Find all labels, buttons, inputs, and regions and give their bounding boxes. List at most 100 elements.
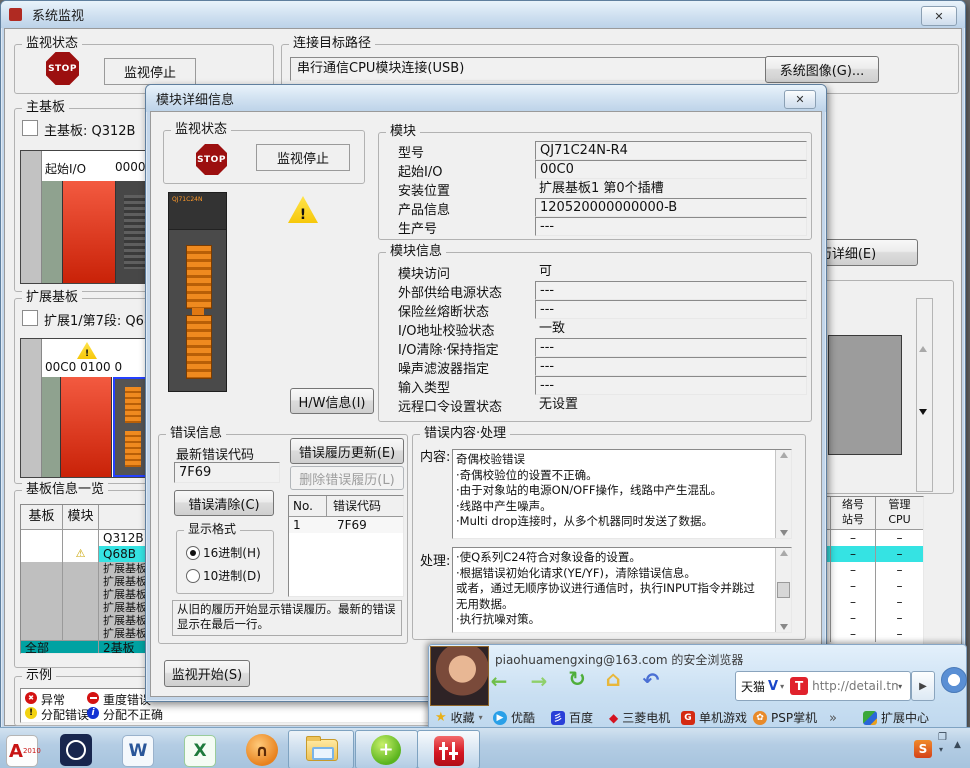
start-io-field: 00C0: [535, 160, 807, 179]
address-bar[interactable]: 天猫 V ▾ T http://detail.tmall.co ▾: [735, 671, 911, 701]
taskbar-excel-icon[interactable]: X: [184, 735, 216, 767]
stop-status-icon: STOP: [46, 52, 79, 85]
io-verify-value: 一致: [535, 320, 805, 337]
dec-radio[interactable]: [186, 569, 200, 583]
bookmark-baidu[interactable]: 彡 百度: [551, 709, 593, 726]
scroll-down-icon[interactable]: [780, 624, 788, 630]
ext-rack-io-value: 00C0 0100 0: [45, 360, 122, 374]
folder-icon: [306, 739, 338, 761]
connection-path-group-label: 连接目标路径: [289, 36, 375, 51]
taskbar-viewer-icon[interactable]: [60, 734, 92, 766]
right-scrollbar[interactable]: [916, 298, 933, 492]
power-module: [42, 181, 63, 283]
field-label: 输入类型: [398, 377, 450, 396]
go-button[interactable]: ▶: [911, 671, 935, 701]
error-history-row[interactable]: 1 7F69: [289, 517, 403, 533]
error-history-update-button[interactable]: 错误履历更新(E): [290, 438, 404, 464]
games-icon: G: [681, 711, 695, 725]
taskbar: A 2010 W X ∩ +: [0, 727, 970, 768]
tray-s-icon[interactable]: S: [914, 740, 932, 758]
hex-radio-label[interactable]: 16进制(H): [203, 544, 261, 561]
main-close-button[interactable]: ✕: [921, 6, 957, 26]
col-header-base[interactable]: 基板: [21, 505, 63, 529]
handling-scrollbar[interactable]: [775, 548, 791, 632]
field-label: 保险丝熔断状态: [398, 301, 489, 320]
bookmark-extension-center[interactable]: 扩展中心: [863, 709, 929, 726]
content-scrollbar[interactable]: [775, 450, 791, 538]
severe-error-icon: [87, 692, 99, 704]
product-info-field: 120520000000000-B: [535, 198, 807, 217]
taskbar-word-icon[interactable]: W: [122, 735, 154, 767]
scroll-up-icon[interactable]: [919, 331, 927, 346]
scroll-up-icon[interactable]: [780, 452, 788, 458]
field-label: 型号: [398, 142, 424, 161]
field-label: 安装位置: [398, 180, 450, 199]
taskbar-autocad-icon[interactable]: A 2010: [6, 735, 38, 767]
url-dropdown-icon[interactable]: ▾: [898, 682, 902, 691]
tray-show-hidden-icon[interactable]: ▲: [954, 740, 961, 750]
taskbar-safety-button[interactable]: +: [355, 730, 418, 768]
bookmark-favorites[interactable]: ★ 收藏 ▾: [435, 709, 483, 726]
remote-password-value: 无设置: [535, 396, 805, 413]
error-clear-button[interactable]: 错误清除(C): [174, 490, 274, 516]
home-icon[interactable]: ⌂: [599, 667, 627, 691]
hex-radio[interactable]: [186, 546, 200, 560]
connection-path-field[interactable]: 串行通信CPU模块连接(USB): [290, 57, 768, 81]
scroll-up-icon[interactable]: [780, 550, 788, 556]
scroll-thumb[interactable]: [777, 582, 790, 598]
error-content-box[interactable]: 奇偶校验错误 ·奇偶校验位的设置不正确。 ·由于对象站的电源ON/OFF操作，线…: [452, 449, 792, 539]
main-titlebar[interactable]: 系统监视: [1, 1, 965, 28]
undo-icon[interactable]: ↶: [637, 668, 665, 692]
ext-base-group-label: 扩展基板: [22, 290, 82, 305]
taskbar-music-icon[interactable]: ∩: [246, 734, 278, 766]
noise-filter-field: ---: [535, 357, 807, 376]
tray-chevron-down-icon[interactable]: ▾: [939, 745, 943, 754]
error-history-header: No. 错误代码: [289, 496, 403, 517]
tray-restore-icon[interactable]: ❐: [938, 732, 947, 743]
youku-icon: ▶: [493, 711, 507, 725]
bookmark-psp[interactable]: ✿ PSP掌机: [753, 709, 817, 726]
engine-dropdown-icon[interactable]: ▾: [780, 682, 784, 691]
error-handling-box[interactable]: ·使Q系列C24符合对象设备的设置。 ·根据错误初始化请求(YE/YF)，清除错…: [452, 547, 792, 633]
taskbar-explorer-button[interactable]: [288, 730, 354, 768]
error-history-delete-button[interactable]: 删除错误履历(L): [290, 466, 404, 490]
module-info-group-label: 模块信息: [386, 244, 446, 259]
field-label: 起始I/O: [398, 161, 442, 180]
baidu-paw-icon: 彡: [551, 711, 565, 725]
scroll-down-icon[interactable]: [780, 530, 788, 536]
psp-icon: ✿: [753, 711, 767, 725]
search-engine-label[interactable]: 天猫: [741, 678, 765, 695]
bookmark-youku[interactable]: ▶ 优酷: [493, 709, 535, 726]
taskbar-gx-configurator-button[interactable]: [417, 730, 480, 768]
field-label: 外部供给电源状态: [398, 282, 502, 301]
monitor-start-button[interactable]: 监视开始(S): [164, 660, 250, 687]
orange-connector: [125, 387, 141, 423]
field-label: I/O清除·保持指定: [398, 339, 499, 358]
ext-base-checkbox[interactable]: [22, 310, 38, 326]
gx-red-icon: [434, 736, 464, 766]
field-label: 生产号: [398, 218, 437, 237]
system-image-button[interactable]: 系统图像(G)...: [765, 56, 879, 83]
assign-error-icon: !: [25, 707, 37, 719]
url-text[interactable]: http://detail.tmall.co: [812, 679, 898, 693]
forward-icon[interactable]: →: [525, 669, 553, 693]
dialog-close-button[interactable]: ✕: [784, 90, 816, 109]
field-label: 模块访问: [398, 263, 450, 282]
dec-radio-label[interactable]: 10进制(D): [203, 567, 261, 584]
close-icon: ✕: [795, 93, 804, 106]
col-header-module[interactable]: 模块: [63, 505, 99, 529]
refresh-icon[interactable]: ↻: [563, 667, 591, 691]
scroll-down-icon[interactable]: [919, 415, 927, 430]
hw-info-button[interactable]: H/W信息(I): [290, 388, 374, 414]
field-label: 产品信息: [398, 199, 450, 218]
bookmark-mitsubishi[interactable]: ◆ 三菱电机: [609, 709, 670, 726]
total-label: 全部: [21, 641, 99, 654]
chevron-down-icon: ▾: [479, 713, 483, 722]
bookmark-games[interactable]: G 单机游戏: [681, 709, 747, 726]
ad-avatar-image[interactable]: [430, 646, 489, 706]
bookmarks-more-icon[interactable]: »: [829, 711, 837, 726]
security-shield-icon[interactable]: [941, 667, 967, 693]
dialog-titlebar[interactable]: 模块详细信息: [146, 85, 826, 112]
back-icon[interactable]: ←: [485, 669, 513, 693]
main-base-checkbox[interactable]: [22, 120, 38, 136]
